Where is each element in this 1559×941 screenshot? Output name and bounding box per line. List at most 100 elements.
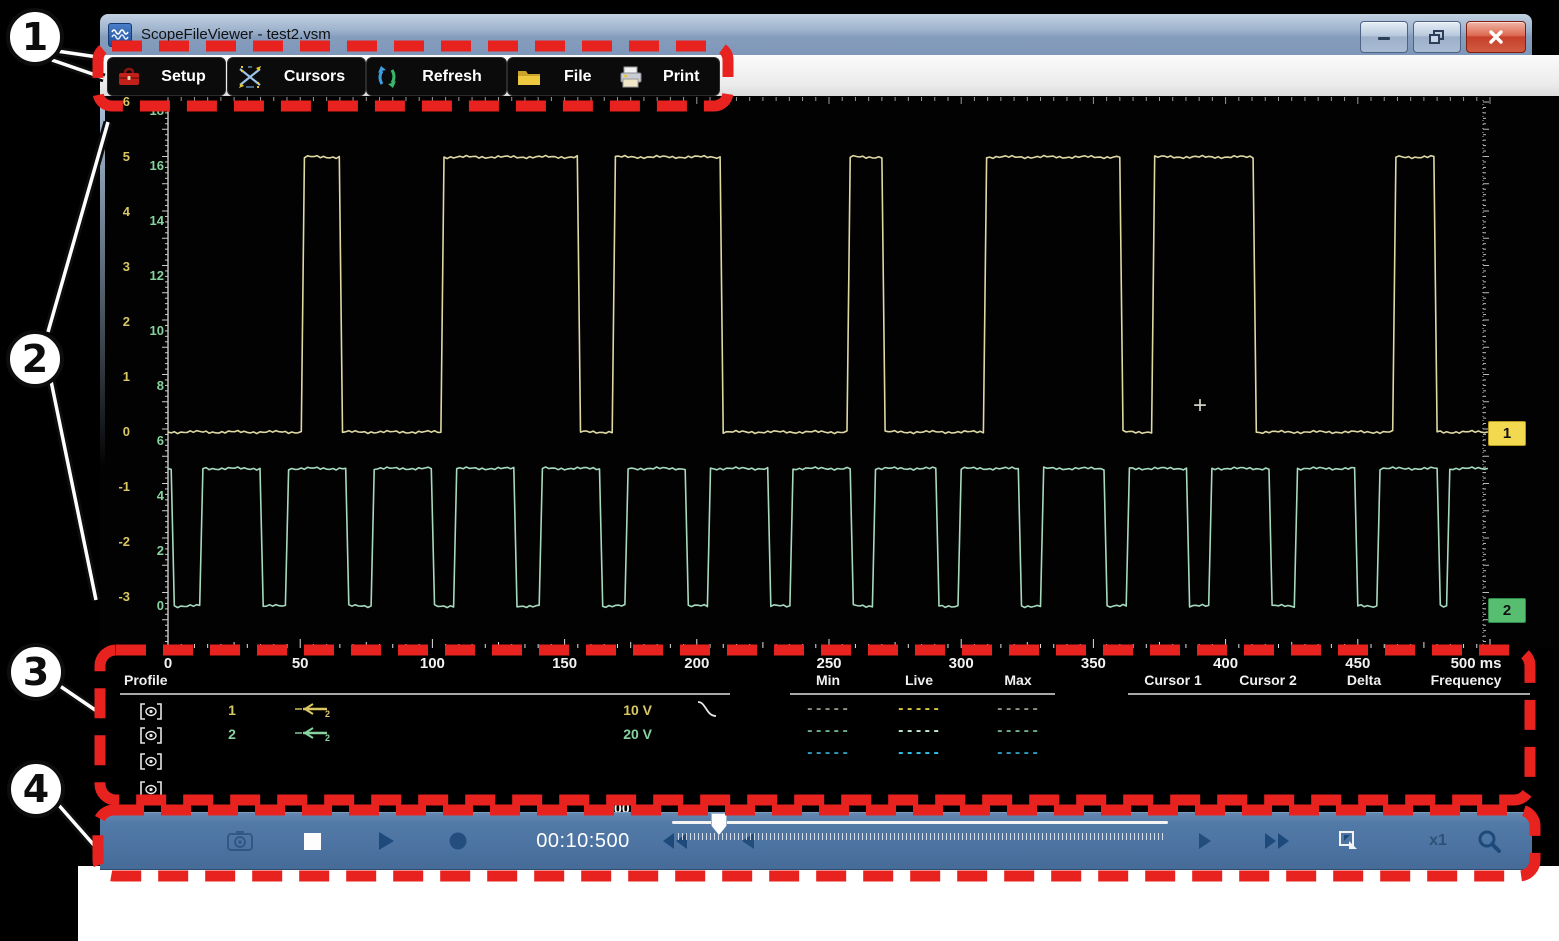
channel2-scale-value: 6 <box>130 433 164 448</box>
channel1-scale-value: 3 <box>96 259 130 274</box>
leader-line-outlines <box>48 50 108 852</box>
camera-icon[interactable] <box>222 813 258 869</box>
file-button[interactable]: File <box>508 67 614 87</box>
refresh-label: Refresh <box>398 68 506 86</box>
eye-icon <box>139 753 163 770</box>
crosshair-cursor: + <box>1188 394 1212 418</box>
probe-arrow-icon: 2 <box>293 726 333 742</box>
channel1-scale-value: 6 <box>96 94 130 109</box>
playback-bar: 00:10:500 x1 <box>100 812 1532 870</box>
close-icon <box>1488 30 1504 44</box>
time-axis-value: 100 <box>397 655 467 672</box>
minimize-button[interactable] <box>1360 21 1408 53</box>
svg-text:2: 2 <box>325 733 330 742</box>
fit-to-screen-button[interactable] <box>1330 813 1366 869</box>
app-icon <box>108 23 132 47</box>
callout-4: 4 <box>7 760 65 818</box>
refresh-icon <box>376 65 398 89</box>
channel1-scale-value: 0 <box>96 424 130 439</box>
toolbox-icon <box>116 67 142 87</box>
channel2-scale-value: 4 <box>130 488 164 503</box>
col-cursor1: Cursor 1 <box>1133 672 1213 688</box>
file-label: File <box>542 68 614 86</box>
eye-visibility-toggle[interactable] <box>138 702 164 720</box>
measurement-live-value: ----- <box>893 746 945 761</box>
refresh-button[interactable]: Refresh <box>366 57 507 96</box>
time-axis-value: 350 <box>1058 655 1128 672</box>
measurement-max-value: ----- <box>992 746 1044 761</box>
eye-icon <box>139 781 163 798</box>
setup-button[interactable]: Setup <box>107 57 226 96</box>
scope-plot-area[interactable] <box>100 96 1559 648</box>
step-forward-button[interactable] <box>1192 813 1218 869</box>
channel1-marker[interactable]: 1 <box>1488 421 1526 446</box>
zoom-button[interactable] <box>1470 813 1508 869</box>
restore-button[interactable] <box>1413 21 1461 53</box>
cursors-label: Cursors <box>264 68 365 86</box>
setup-label: Setup <box>142 68 225 86</box>
channel2-scale-value: 2 <box>130 543 164 558</box>
page-background <box>78 866 1559 941</box>
minimize-icon <box>1377 32 1391 42</box>
window-titlebar[interactable]: ScopeFileViewer - test2.vsm <box>100 14 1532 56</box>
callout-1: 1 <box>6 8 64 66</box>
position-slider-thumb[interactable] <box>711 813 727 835</box>
col-min: Min <box>800 672 856 688</box>
eye-visibility-toggle[interactable] <box>138 752 164 770</box>
stop-button[interactable] <box>296 813 328 869</box>
measure-separator <box>790 693 1055 695</box>
cursor-separator <box>1128 693 1530 695</box>
position-slider-track[interactable] <box>672 821 1168 824</box>
channel2-marker[interactable]: 2 <box>1488 598 1526 623</box>
time-axis-value: 300 <box>926 655 996 672</box>
time-axis-value: 200 <box>662 655 732 672</box>
time-display: 00:10:500 <box>528 813 638 869</box>
col-cursor2: Cursor 2 <box>1228 672 1308 688</box>
col-live: Live <box>891 672 947 688</box>
cursors-button[interactable]: Cursors <box>227 57 366 96</box>
position-slider-ticks <box>678 833 1165 840</box>
eye-icon <box>139 727 163 744</box>
time-axis-value: 400 <box>1191 655 1261 672</box>
time-axis-value: 50 <box>265 655 335 672</box>
close-button[interactable] <box>1466 21 1526 53</box>
leader-lines <box>48 50 108 852</box>
cursors-icon <box>236 65 264 89</box>
eye-icon <box>139 703 163 720</box>
measurement-min-value: ----- <box>802 746 854 761</box>
channel2-scale-value: 14 <box>130 213 164 228</box>
channel2-scale-value: 8 <box>130 378 164 393</box>
svg-text:2: 2 <box>325 709 330 718</box>
callout-3: 3 <box>7 643 65 701</box>
profile-channel-number: 1 <box>220 702 244 718</box>
channel2-scale-value: 10 <box>130 323 164 338</box>
profile-scale-value: 10 V <box>592 702 652 718</box>
profile-channel-number: 2 <box>220 726 244 742</box>
col-frequency: Frequency <box>1412 672 1520 688</box>
col-max: Max <box>990 672 1046 688</box>
window-title: ScopeFileViewer - test2.vsm <box>141 26 331 43</box>
profile-scale-value: 20 V <box>592 726 652 742</box>
trigger-slope-icon <box>696 700 718 718</box>
channel1-scale-value: -3 <box>96 589 130 604</box>
file-print-buttons: File Print <box>507 57 720 96</box>
channel1-scale-value: 1 <box>96 369 130 384</box>
record-button[interactable] <box>442 813 474 869</box>
channel1-scale-value: -1 <box>96 479 130 494</box>
channel1-scale-value: 4 <box>96 204 130 219</box>
eye-visibility-toggle[interactable] <box>138 780 164 798</box>
time-axis-value: 150 <box>530 655 600 672</box>
fast-forward-button[interactable] <box>1258 813 1296 869</box>
callout-2: 2 <box>6 330 64 388</box>
print-button[interactable]: Print <box>614 66 720 88</box>
restore-icon <box>1429 30 1445 44</box>
channel1-scale-value: 2 <box>96 314 130 329</box>
figure-canvas: ScopeFileViewer - test2.vsm <box>0 0 1559 941</box>
play-button[interactable] <box>370 813 402 869</box>
eye-visibility-toggle[interactable] <box>138 726 164 744</box>
time-axis-value: 0 <box>133 655 203 672</box>
printer-icon <box>618 66 644 88</box>
measurement-min-value: ----- <box>802 702 854 717</box>
channel1-scale-value: 5 <box>96 149 130 164</box>
print-label: Print <box>644 68 720 86</box>
